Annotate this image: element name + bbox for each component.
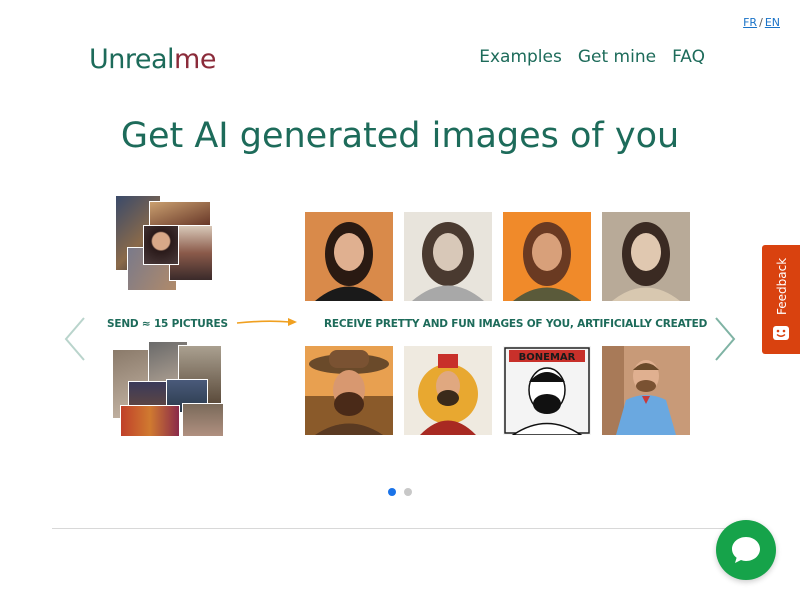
carousel-prev-arrow-icon[interactable] (62, 316, 88, 362)
carousel-slide: SEND ≈ 15 PICTURES RECEIVE PRETTY AND FU… (102, 188, 707, 448)
lang-separator: / (759, 16, 763, 29)
chat-bubble-icon (732, 537, 760, 563)
chat-button[interactable] (716, 520, 776, 580)
section-divider (52, 528, 752, 529)
nav-faq[interactable]: FAQ (672, 47, 705, 67)
generated-portrait-5 (305, 346, 393, 435)
generated-portrait-3 (503, 212, 591, 301)
logo-part-unreal: Unreal (89, 44, 175, 75)
carousel-dot-1[interactable] (388, 488, 396, 496)
send-pictures-caption: SEND ≈ 15 PICTURES (107, 318, 228, 330)
carousel-dots (388, 488, 412, 496)
input-photo-collage-bottom (112, 341, 227, 441)
language-switcher: FR / EN (743, 16, 780, 29)
nav-get-mine[interactable]: Get mine (578, 47, 656, 67)
generated-portrait-7: BONEMAR (503, 346, 591, 435)
carousel-dot-2[interactable] (404, 488, 412, 496)
logo[interactable]: Unrealme (89, 44, 216, 75)
input-photo-collage-top (105, 195, 220, 295)
comic-title-text: BONEMAR (519, 352, 576, 363)
feedback-tab[interactable]: Feedback (762, 245, 800, 354)
examples-carousel: SEND ≈ 15 PICTURES RECEIVE PRETTY AND FU… (52, 188, 752, 448)
carousel-next-arrow-icon[interactable] (712, 316, 738, 362)
receive-images-caption: RECEIVE PRETTY AND FUN IMAGES OF YOU, AR… (324, 318, 708, 330)
nav-examples[interactable]: Examples (479, 47, 562, 67)
feedback-smiley-icon (773, 326, 789, 340)
generated-portrait-8 (602, 346, 690, 435)
generated-portrait-2 (404, 212, 492, 301)
logo-part-me: me (174, 44, 216, 75)
hero-title: Get AI generated images of you (120, 116, 680, 156)
page: FR / EN Unrealme Examples Get mine FAQ Get… (0, 0, 800, 600)
arrow-right-icon (236, 318, 297, 326)
feedback-label: Feedback (775, 257, 789, 315)
generated-portrait-6 (404, 346, 492, 435)
lang-fr-link[interactable]: FR (743, 16, 757, 29)
main-nav: Examples Get mine FAQ (479, 47, 705, 67)
generated-portrait-1 (305, 212, 393, 301)
lang-en-link[interactable]: EN (765, 16, 780, 29)
generated-portrait-4 (602, 212, 690, 301)
